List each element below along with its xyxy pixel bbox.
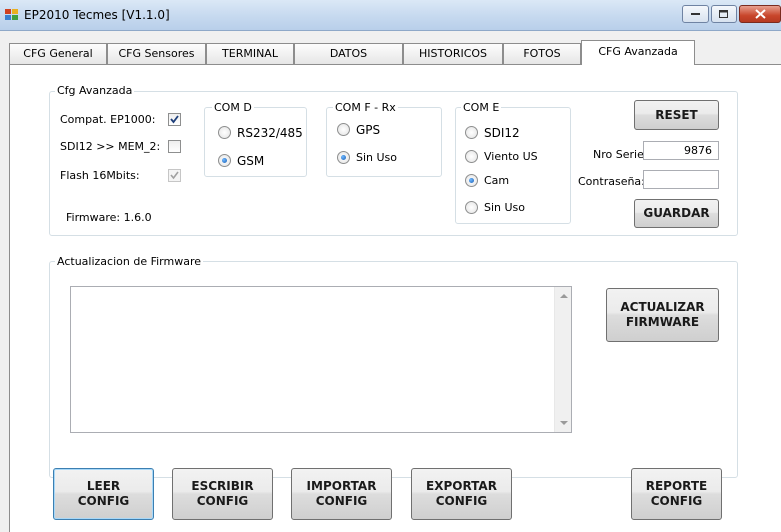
com-e-sdi12-label: SDI12 — [484, 126, 520, 140]
com-e-cam-radio[interactable] — [465, 174, 478, 187]
com-d-gsm-radio[interactable] — [218, 154, 231, 167]
com-f-gps-radio[interactable] — [337, 123, 350, 136]
tab-cfg-general[interactable]: CFG General — [9, 43, 107, 64]
app-icon — [5, 9, 19, 21]
tab-historicos[interactable]: HISTORICOS — [403, 43, 503, 64]
actualizar-firmware-button[interactable]: ACTUALIZAR FIRMWARE — [606, 288, 719, 342]
title-bar: EP2010 Tecmes [V1.1.0] — [0, 0, 781, 31]
com-e-cam-label: Cam — [484, 174, 510, 187]
scroll-up-icon[interactable] — [560, 294, 568, 298]
maximize-icon — [719, 9, 728, 18]
escribir-config-button[interactable]: ESCRIBIR CONFIG — [172, 468, 273, 520]
firmware-update-legend: Actualizacion de Firmware — [55, 255, 203, 268]
nro-serie-field[interactable]: 9876 — [643, 141, 719, 160]
com-e-sin-uso-label: Sin Uso — [484, 201, 526, 214]
compat-ep1000-checkbox[interactable] — [168, 113, 181, 126]
window-title: EP2010 Tecmes [V1.1.0] — [24, 8, 170, 22]
maximize-button[interactable] — [711, 5, 737, 23]
com-f-sin-uso-label: Sin Uso — [356, 151, 398, 164]
com-d-legend: COM D — [212, 101, 254, 114]
com-e-sdi12-radio[interactable] — [465, 126, 478, 139]
tab-cfg-sensores[interactable]: CFG Sensores — [107, 43, 206, 64]
leer-config-button[interactable]: LEER CONFIG — [53, 468, 154, 520]
firmware-version: Firmware: 1.6.0 — [66, 211, 152, 224]
sdi12-mem2-label: SDI12 >> MEM_2: — [60, 140, 161, 153]
reporte-config-button[interactable]: REPORTE CONFIG — [631, 468, 722, 520]
minimize-icon — [690, 13, 700, 15]
com-f-legend: COM F - Rx — [333, 101, 398, 114]
com-d-rs232-label: RS232/485 — [237, 126, 303, 140]
firmware-log-scrollbar[interactable] — [554, 287, 571, 432]
com-e-legend: COM E — [461, 101, 502, 114]
compat-ep1000-label: Compat. EP1000: — [60, 113, 156, 126]
guardar-button[interactable]: GUARDAR — [634, 199, 719, 228]
tab-fotos[interactable]: FOTOS — [503, 43, 581, 64]
firmware-log-textarea[interactable] — [70, 286, 572, 433]
password-field[interactable] — [643, 170, 719, 189]
com-e-viento-us-label: Viento US — [484, 150, 538, 163]
scroll-down-icon[interactable] — [560, 421, 568, 425]
com-e-viento-us-radio[interactable] — [465, 150, 478, 163]
com-d-gsm-label: GSM — [237, 154, 265, 168]
com-f-sin-uso-radio[interactable] — [337, 151, 350, 164]
tab-page-cfg-avanzada: Cfg Avanzada Compat. EP1000: SDI12 >> ME… — [9, 64, 781, 532]
tab-cfg-avanzada[interactable]: CFG Avanzada — [581, 40, 695, 65]
close-button[interactable] — [739, 5, 781, 23]
check-icon — [170, 171, 179, 180]
tab-strip: CFG General CFG Sensores TERMINAL DATOS … — [0, 33, 781, 65]
close-icon — [754, 9, 766, 19]
tab-terminal[interactable]: TERMINAL — [206, 43, 294, 64]
com-e-sin-uso-radio[interactable] — [465, 201, 478, 214]
com-f-group — [326, 107, 442, 177]
com-d-rs232-radio[interactable] — [218, 126, 231, 139]
sdi12-mem2-checkbox[interactable] — [168, 140, 181, 153]
nro-serie-label: Nro Serie: — [593, 148, 648, 161]
cfg-avanzada-legend: Cfg Avanzada — [55, 84, 135, 97]
tab-datos[interactable]: DATOS — [294, 43, 403, 64]
importar-config-button[interactable]: IMPORTAR CONFIG — [291, 468, 392, 520]
reset-button[interactable]: RESET — [634, 100, 719, 130]
com-f-gps-label: GPS — [356, 123, 381, 137]
check-icon — [170, 115, 179, 124]
minimize-button[interactable] — [682, 5, 709, 23]
password-label: Contraseña: — [578, 175, 645, 188]
exportar-config-button[interactable]: EXPORTAR CONFIG — [411, 468, 512, 520]
flash-16mbits-label: Flash 16Mbits: — [60, 169, 140, 182]
flash-16mbits-checkbox[interactable] — [168, 169, 181, 182]
